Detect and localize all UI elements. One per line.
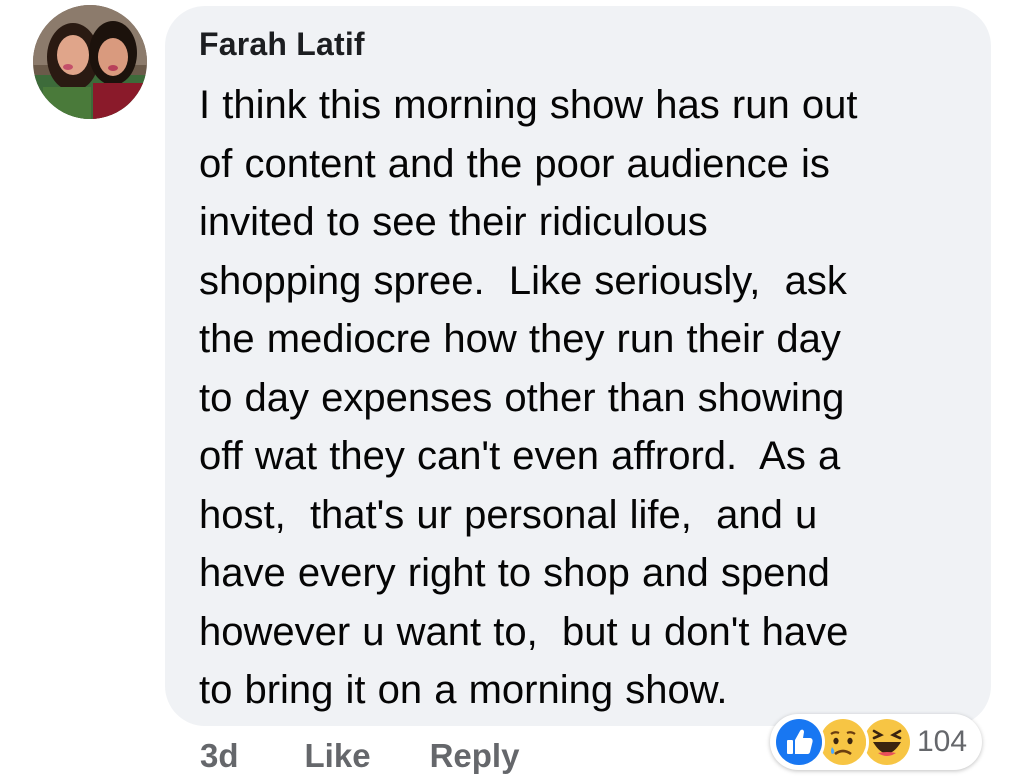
comment-line: of content and the poor audience is [199,141,830,186]
comment-line: the mediocre how they run their day [199,317,841,361]
avatar[interactable] [33,5,147,119]
comment-actions: 3d Like Reply [200,734,519,778]
reactions-summary[interactable]: 104 [770,714,982,770]
comment-line: off wat they can't even affrord. As a [199,434,841,478]
reaction-count: 104 [917,725,968,758]
like-button[interactable]: Like [305,737,371,775]
comment-line: however u want to, but u don't have [199,609,849,654]
comment-author[interactable]: Farah Latif [199,26,365,63]
like-icon [773,716,825,768]
reply-button[interactable]: Reply [430,737,520,775]
comment-bubble: Farah Latif I think this morning show ha… [165,6,991,726]
comment-line: invited to see their ridiculous [199,200,708,244]
comment-line: to day expenses other than showing [199,375,845,420]
comment-line: shopping spree. Like seriously, ask [199,258,847,303]
comment-line: to bring it on a morning show. [199,668,728,712]
comment-text: I think this morning show has run out of… [199,76,969,720]
comment-line: I think this morning show has run out [199,83,858,127]
comment-line: have every right to shop and spend [199,551,830,595]
comment-line: host, that's ur personal life, and u [199,492,818,537]
comment-timestamp[interactable]: 3d [200,737,239,775]
